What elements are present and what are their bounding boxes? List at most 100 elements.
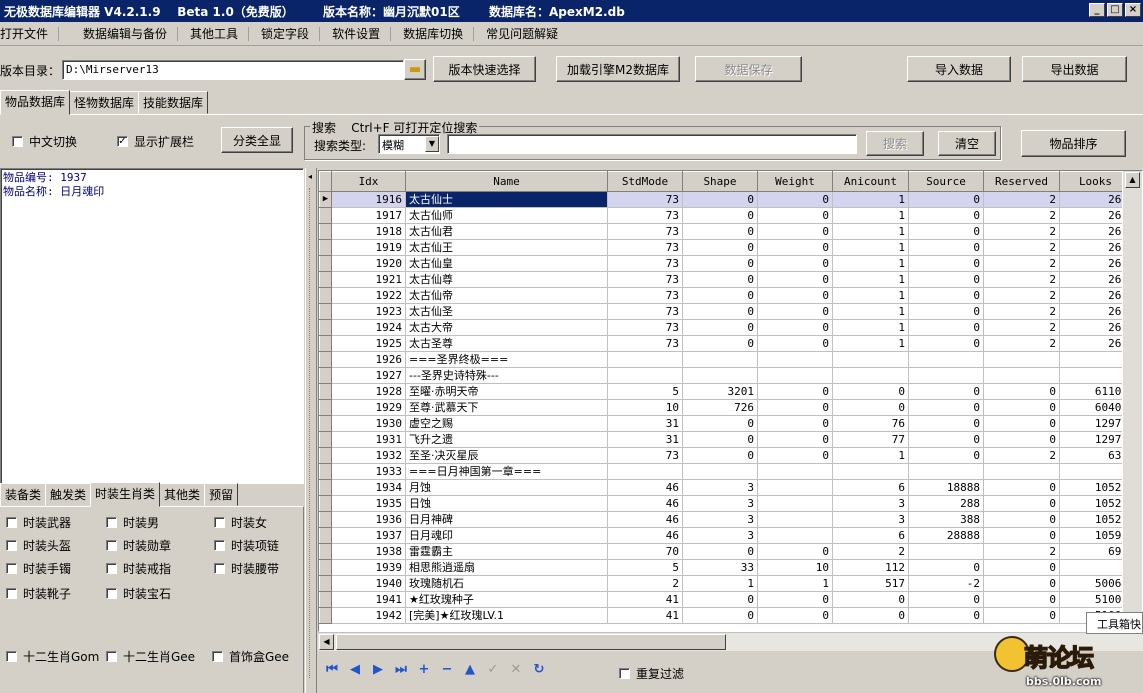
- table-row[interactable]: 1928 至曜·赤明天帝 5 3201 0 0 0 0 61104: [319, 383, 1132, 400]
- cell-stdmode[interactable]: 2: [607, 575, 683, 592]
- cell-weight[interactable]: [757, 463, 833, 480]
- cell-weight[interactable]: [757, 479, 833, 496]
- cell-name[interactable]: 太古仙圣: [405, 303, 608, 320]
- cell-reserved[interactable]: 2: [983, 207, 1060, 224]
- cell-looks[interactable]: [1059, 367, 1132, 384]
- cell-reserved[interactable]: 0: [983, 495, 1060, 512]
- cell-reserved[interactable]: 0: [983, 575, 1060, 592]
- cell-looks[interactable]: 260: [1059, 255, 1132, 272]
- cell-stdmode[interactable]: 5: [607, 383, 683, 400]
- cell-reserved[interactable]: 2: [983, 319, 1060, 336]
- show-all-button[interactable]: 分类全显: [221, 127, 293, 153]
- row-indicator[interactable]: [319, 335, 332, 352]
- column-header-name[interactable]: Name: [405, 171, 608, 192]
- zodiac-gee-checkbox[interactable]: 十二生肖Gee: [106, 648, 195, 665]
- cell-reserved[interactable]: 0: [983, 591, 1060, 608]
- load-engine-button[interactable]: 加载引擎M2数据库: [556, 56, 680, 82]
- cell-weight[interactable]: [757, 367, 833, 384]
- cell-looks[interactable]: 7: [1059, 559, 1132, 576]
- row-indicator[interactable]: [319, 607, 332, 624]
- cell-weight[interactable]: 0: [757, 607, 833, 624]
- cell-anicount[interactable]: 1: [832, 335, 909, 352]
- cell-looks[interactable]: 260: [1059, 191, 1132, 208]
- cell-idx[interactable]: 1924: [331, 319, 406, 336]
- nav-first-icon[interactable]: ⏮: [322, 659, 342, 679]
- cell-reserved[interactable]: 2: [983, 303, 1060, 320]
- menu-db-switch[interactable]: 数据库切换: [403, 26, 475, 41]
- cell-shape[interactable]: 0: [682, 415, 758, 432]
- cell-weight[interactable]: 0: [757, 591, 833, 608]
- cell-weight[interactable]: 0: [757, 383, 833, 400]
- cell-name[interactable]: 至尊·武慕天下: [405, 399, 608, 416]
- cell-looks[interactable]: 260: [1059, 303, 1132, 320]
- cell-weight[interactable]: [757, 511, 833, 528]
- cell-stdmode[interactable]: 73: [607, 287, 683, 304]
- cell-stdmode[interactable]: 73: [607, 447, 683, 464]
- cell-idx[interactable]: 1926: [331, 351, 406, 368]
- row-indicator[interactable]: [319, 351, 332, 368]
- cell-looks[interactable]: 260: [1059, 223, 1132, 240]
- cell-reserved[interactable]: 2: [983, 543, 1060, 560]
- search-type-select[interactable]: 模糊 ▼: [378, 134, 440, 154]
- cell-anicount[interactable]: 1: [832, 447, 909, 464]
- cell-weight[interactable]: 0: [757, 303, 833, 320]
- tab-reserved[interactable]: 预留: [204, 483, 239, 506]
- cell-looks[interactable]: 51003: [1059, 591, 1132, 608]
- cell-reserved[interactable]: 0: [983, 383, 1060, 400]
- row-indicator[interactable]: [319, 591, 332, 608]
- cell-source[interactable]: 0: [908, 431, 984, 448]
- nav-refresh-icon[interactable]: ↻: [529, 659, 549, 679]
- cell-looks[interactable]: [1059, 351, 1132, 368]
- table-row[interactable]: 1941 ★红玫瑰种子 41 0 0 0 0 0 51003: [319, 591, 1132, 608]
- cell-weight[interactable]: 0: [757, 287, 833, 304]
- cell-stdmode[interactable]: 73: [607, 239, 683, 256]
- cell-shape[interactable]: 0: [682, 271, 758, 288]
- cell-stdmode[interactable]: 70: [607, 543, 683, 560]
- row-indicator[interactable]: [319, 575, 332, 592]
- cell-anicount[interactable]: 1: [832, 287, 909, 304]
- cell-looks[interactable]: 630: [1059, 447, 1132, 464]
- cell-source[interactable]: 0: [908, 303, 984, 320]
- cell-source[interactable]: 0: [908, 191, 984, 208]
- cell-source[interactable]: 0: [908, 319, 984, 336]
- search-button[interactable]: 搜索: [866, 131, 924, 156]
- cell-source[interactable]: 0: [908, 559, 984, 576]
- table-row[interactable]: 1933 ===日月神国第一章===: [319, 463, 1132, 480]
- cell-anicount[interactable]: 3: [832, 495, 909, 512]
- cell-looks[interactable]: 12973: [1059, 415, 1132, 432]
- cell-shape[interactable]: 0: [682, 287, 758, 304]
- row-indicator[interactable]: [319, 431, 332, 448]
- folder-icon[interactable]: ▬: [404, 59, 426, 80]
- cell-shape[interactable]: [682, 463, 758, 480]
- cell-anicount[interactable]: 1: [832, 223, 909, 240]
- cell-anicount[interactable]: 1: [832, 271, 909, 288]
- cell-reserved[interactable]: 0: [983, 399, 1060, 416]
- vertical-scrollbar[interactable]: ▲: [1122, 171, 1142, 631]
- cell-reserved[interactable]: [983, 351, 1060, 368]
- row-indicator[interactable]: [319, 207, 332, 224]
- column-header-idx[interactable]: Idx: [331, 171, 406, 192]
- cell-source[interactable]: 0: [908, 287, 984, 304]
- cell-reserved[interactable]: 2: [983, 335, 1060, 352]
- cell-weight[interactable]: 0: [757, 255, 833, 272]
- table-row[interactable]: 1936 日月神碑 46 3 3 388 0 10527: [319, 511, 1132, 528]
- cell-source[interactable]: 0: [908, 447, 984, 464]
- cell-name[interactable]: 至曜·赤明天帝: [405, 383, 608, 400]
- cell-anicount[interactable]: 0: [832, 607, 909, 624]
- cell-anicount[interactable]: 112: [832, 559, 909, 576]
- cell-reserved[interactable]: 2: [983, 239, 1060, 256]
- table-row[interactable]: 1930 虚空之赐 31 0 0 76 0 0 12973: [319, 415, 1132, 432]
- cell-looks[interactable]: 260: [1059, 207, 1132, 224]
- nav-delete-icon[interactable]: −: [437, 659, 457, 679]
- cell-anicount[interactable]: 1: [832, 239, 909, 256]
- cell-looks[interactable]: 695: [1059, 543, 1132, 560]
- cell-reserved[interactable]: 0: [983, 431, 1060, 448]
- menu-faq[interactable]: 常见问题解疑: [486, 27, 568, 41]
- table-row[interactable]: 1924 太古大帝 73 0 0 1 0 2 260: [319, 319, 1132, 336]
- cell-name[interactable]: ===圣界终极===: [405, 351, 608, 368]
- item-data-grid[interactable]: Idx Name StdMode Shape Weight Anicount S…: [318, 170, 1143, 632]
- cell-anicount[interactable]: 1: [832, 207, 909, 224]
- cell-weight[interactable]: 10: [757, 559, 833, 576]
- chevron-down-icon[interactable]: ▼: [425, 136, 439, 152]
- cell-name[interactable]: 至圣·决灭星辰: [405, 447, 608, 464]
